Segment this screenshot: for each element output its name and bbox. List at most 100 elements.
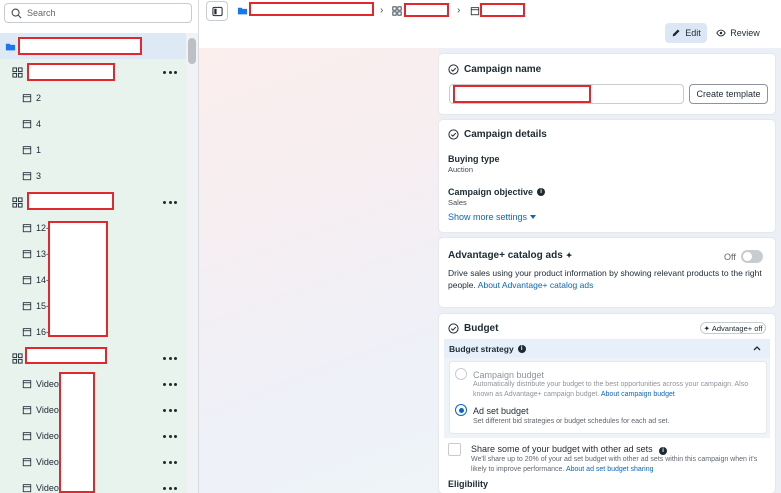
- about-budget-sharing-link[interactable]: About ad set budget sharing: [566, 466, 654, 473]
- ad-set-grid-icon: [11, 66, 23, 78]
- ad-icon: [21, 430, 33, 442]
- campaign-details-title: Campaign details: [448, 129, 547, 140]
- campaign-budget-description: Automatically distribute your budget to …: [473, 381, 749, 398]
- campaign-budget-radio[interactable]: [455, 368, 467, 380]
- ad-icon: [21, 118, 33, 130]
- tree-item-ad[interactable]: 2: [0, 85, 186, 111]
- show-more-settings-link[interactable]: Show more settings: [448, 212, 537, 222]
- tree-item-label: 1: [36, 145, 42, 155]
- info-icon[interactable]: i: [517, 344, 526, 353]
- share-budget-description: We'll share up to 20% of your ad set bud…: [471, 456, 758, 473]
- sidebar-panel-icon: [211, 6, 223, 16]
- advantage-plus-badge[interactable]: ✦ Advantage+ off: [700, 322, 766, 334]
- ad-icon: [469, 5, 480, 16]
- more-options-icon[interactable]: [163, 197, 177, 207]
- create-template-button[interactable]: Create template: [689, 84, 768, 104]
- buying-type-label: Buying type: [448, 154, 500, 164]
- more-options-icon[interactable]: [163, 457, 177, 467]
- sidebar-scrollbar-thumb[interactable]: [188, 38, 196, 64]
- chevron-right-icon: ›: [457, 5, 461, 16]
- ad-set-grid-icon: [11, 352, 23, 364]
- more-options-icon[interactable]: [163, 67, 177, 77]
- check-circle-icon: [448, 323, 459, 334]
- ad-icon: [21, 326, 33, 338]
- info-icon[interactable]: i: [537, 188, 546, 196]
- tree-item-ad[interactable]: 1: [0, 137, 186, 163]
- redaction-box: [18, 37, 142, 55]
- eye-icon: [716, 29, 726, 37]
- more-options-icon[interactable]: [163, 379, 177, 389]
- tree-item-ad[interactable]: 4: [0, 111, 186, 137]
- buying-type-value: Auction: [448, 165, 474, 174]
- tree-item-label: Video: [36, 379, 59, 389]
- ad-icon: [21, 248, 33, 260]
- preview-canvas: [199, 48, 439, 493]
- sidebar-scrollbar[interactable]: [186, 33, 198, 493]
- chevron-up-icon[interactable]: [753, 345, 761, 351]
- info-icon[interactable]: i: [659, 447, 668, 455]
- ad-set-budget-radio[interactable]: [455, 404, 467, 416]
- folder-icon: [4, 40, 16, 52]
- chevron-right-icon: ›: [380, 5, 384, 16]
- about-campaign-budget-link[interactable]: About campaign budget: [601, 391, 675, 398]
- more-options-icon[interactable]: [163, 483, 177, 493]
- campaign-objective-label: Campaign objective i: [448, 187, 546, 197]
- sparkle-icon: ✦: [703, 323, 710, 333]
- tree-item-label: Video: [36, 483, 59, 493]
- share-budget-checkbox[interactable]: [448, 443, 461, 456]
- breadcrumb-adset-redacted[interactable]: [404, 3, 449, 17]
- budget-title: Budget: [448, 323, 498, 334]
- folder-icon: [237, 5, 248, 16]
- tree-item-ad[interactable]: 3: [0, 163, 186, 189]
- ad-set-grid-icon: [391, 5, 402, 16]
- ad-icon: [21, 378, 33, 390]
- more-options-icon[interactable]: [163, 353, 177, 363]
- campaign-budget-title: Campaign budget: [473, 370, 545, 380]
- ad-icon: [21, 170, 33, 182]
- ad-icon: [21, 300, 33, 312]
- campaign-name-title: Campaign name: [448, 64, 541, 75]
- ad-set-budget-description: Set different bid strategies or budget s…: [473, 418, 670, 425]
- redaction-box: [59, 372, 95, 493]
- edit-button[interactable]: Edit: [665, 23, 707, 43]
- budget-strategy-header[interactable]: Budget strategy i: [444, 339, 770, 358]
- share-budget-label: Share some of your budget with other ad …: [471, 444, 668, 455]
- top-bar: › › Edit Review: [199, 0, 781, 48]
- ad-set-grid-icon: [11, 196, 23, 208]
- campaign-tree-sidebar: 2 4 1 3 12- 13-: [0, 0, 199, 493]
- toggle-knob: [743, 252, 752, 261]
- tree-item-label: 4: [36, 119, 42, 129]
- review-button-label: Review: [730, 28, 760, 38]
- breadcrumb-campaign-redacted[interactable]: [249, 2, 374, 16]
- tree-list: 2 4 1 3 12- 13- 14- 15- 16- Video Video …: [0, 33, 186, 493]
- toggle-sidebar-button[interactable]: [206, 1, 228, 21]
- redaction-box: [48, 221, 108, 337]
- ad-icon: [21, 144, 33, 156]
- more-options-icon[interactable]: [163, 405, 177, 415]
- about-catalog-ads-link[interactable]: About Advantage+ catalog ads: [478, 280, 594, 290]
- redaction-box: [453, 85, 591, 103]
- redaction-box: [25, 347, 107, 364]
- check-circle-icon: [448, 129, 459, 140]
- catalog-ads-toggle[interactable]: [741, 250, 763, 263]
- search-box[interactable]: [4, 3, 192, 23]
- breadcrumb-ad-redacted[interactable]: [480, 3, 525, 17]
- ad-icon: [21, 92, 33, 104]
- tree-item-label: Video: [36, 405, 59, 415]
- edit-button-label: Edit: [685, 28, 701, 38]
- ad-icon: [21, 222, 33, 234]
- eligibility-label: Eligibility: [448, 479, 489, 489]
- ad-icon: [21, 404, 33, 416]
- tree-item-label: Video: [36, 457, 59, 467]
- ad-icon: [21, 482, 33, 493]
- tree-item-label: Video: [36, 431, 59, 441]
- review-button[interactable]: Review: [715, 23, 761, 43]
- caret-down-icon: [530, 215, 537, 219]
- search-input[interactable]: [27, 8, 187, 18]
- pencil-icon: [672, 29, 680, 37]
- ad-icon: [21, 456, 33, 468]
- redaction-box: [27, 192, 114, 210]
- ad-set-budget-title: Ad set budget: [473, 406, 529, 416]
- catalog-ads-toggle-state: Off: [724, 252, 736, 262]
- more-options-icon[interactable]: [163, 431, 177, 441]
